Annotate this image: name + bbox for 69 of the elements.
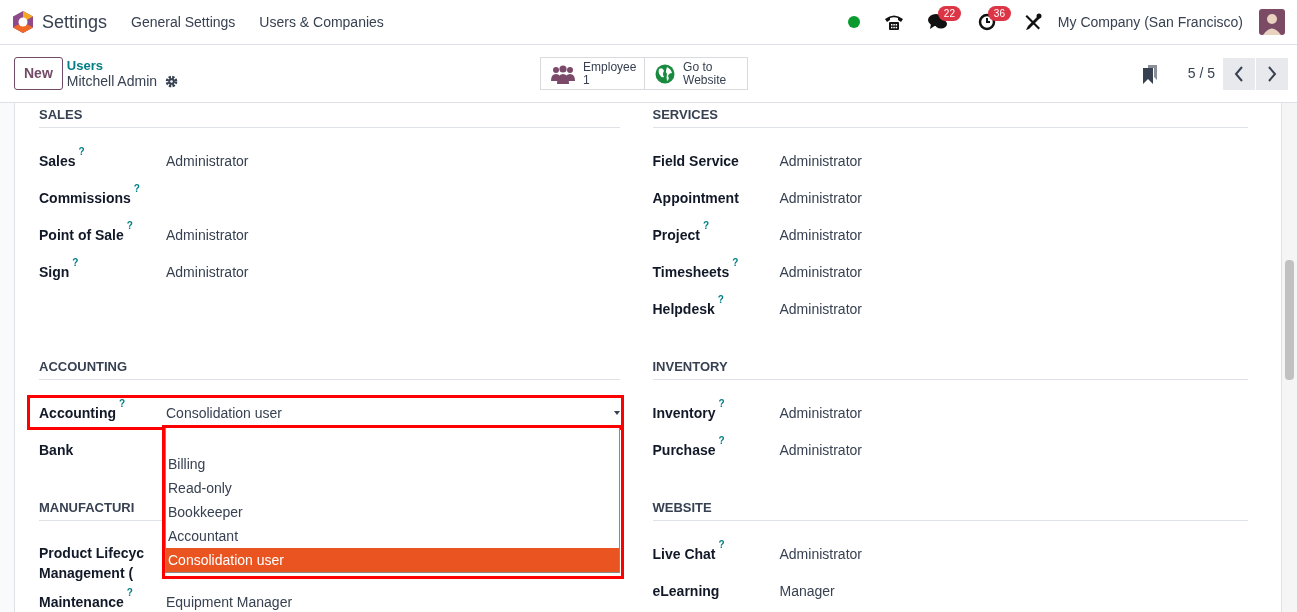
globe-icon (655, 63, 676, 84)
field-value: Administrator (779, 189, 863, 208)
help-tooltip[interactable]: ? (78, 146, 85, 157)
chevron-right-icon (1267, 65, 1277, 82)
menu-item[interactable]: Users & Companies (259, 11, 384, 33)
select-field[interactable]: Consolidation user (162, 402, 620, 424)
field-label: eLearning (652, 582, 721, 601)
help-tooltip[interactable]: ? (717, 294, 724, 305)
chevron-left-icon (1234, 65, 1244, 82)
website-button[interactable]: Go to Website (644, 57, 749, 90)
menu-item[interactable]: General Settings (131, 11, 236, 33)
field-value: Administrator (779, 152, 863, 171)
field-value: Manager (779, 582, 836, 601)
section-heading: WEBSITE (652, 497, 1248, 521)
breadcrumb-link[interactable]: Users (66, 58, 179, 73)
user-avatar[interactable] (1259, 9, 1285, 35)
help-tooltip[interactable]: ? (119, 398, 126, 409)
help-tooltip[interactable]: ? (126, 587, 133, 598)
field-value: Administrator (166, 226, 250, 245)
field-value: Administrator (779, 404, 863, 423)
phone-icon[interactable] (883, 13, 904, 31)
field-value: Administrator (779, 441, 863, 460)
dropdown-option[interactable]: Bookkeeper (166, 500, 619, 524)
help-tooltip[interactable]: ? (718, 398, 725, 409)
field-value: Equipment Manager (166, 593, 294, 612)
settings-icon[interactable] (165, 74, 179, 88)
clock-icon[interactable] (977, 13, 996, 31)
help-tooltip[interactable]: ? (718, 539, 725, 550)
employee-button[interactable]: Employee 1 (540, 57, 646, 90)
field-value: Administrator (779, 300, 863, 319)
section-heading: INVENTORY (652, 356, 1248, 380)
field-value: Administrator (166, 263, 250, 282)
field-label: Bank (39, 441, 75, 460)
message-count: 22 (937, 6, 961, 21)
activity-count: 36 (987, 6, 1011, 21)
next-button[interactable] (1256, 57, 1288, 90)
field-value: Administrator (779, 263, 863, 282)
caret-icon (613, 411, 620, 415)
help-tooltip[interactable]: ? (732, 257, 739, 268)
help-tooltip[interactable]: ? (718, 435, 725, 446)
help-tooltip[interactable]: ? (126, 220, 133, 231)
bookmark-icon[interactable] (1141, 63, 1158, 84)
dropdown-option[interactable]: Accountant (166, 524, 619, 548)
field-value: Administrator (166, 152, 250, 171)
new-button[interactable]: New (14, 57, 63, 90)
app-title[interactable]: Settings (42, 8, 108, 36)
field-value: Administrator (779, 226, 863, 245)
help-tooltip[interactable]: ? (133, 183, 140, 194)
app-logo-icon[interactable] (12, 10, 34, 34)
help-tooltip[interactable]: ? (72, 257, 79, 268)
scrollbar-thumb[interactable] (1285, 260, 1294, 380)
previous-button[interactable] (1223, 57, 1255, 90)
field-label: Product Lifecyc Management ( (39, 544, 146, 583)
help-tooltip[interactable]: ? (702, 220, 710, 231)
field-label: Field Service (652, 152, 740, 171)
field-label: Appointment (652, 189, 740, 208)
field-value: Administrator (779, 545, 863, 564)
section-heading: SALES (39, 104, 620, 128)
dropdown-option[interactable]: Consolidation user (166, 548, 619, 572)
tools-icon[interactable] (1023, 13, 1042, 31)
section-heading: SERVICES (652, 104, 1248, 128)
scrollbar[interactable] (1282, 103, 1297, 612)
record-title: Mitchell Admin (66, 73, 158, 89)
section-heading: ACCOUNTING (39, 356, 620, 380)
people-icon (551, 63, 576, 84)
pager-value[interactable]: 5 / 5 (1187, 63, 1215, 84)
company-switcher[interactable]: My Company (San Francisco) (1057, 11, 1243, 33)
dropdown-option[interactable]: Billing (166, 452, 619, 476)
dropdown-option[interactable]: Read-only (166, 476, 619, 500)
